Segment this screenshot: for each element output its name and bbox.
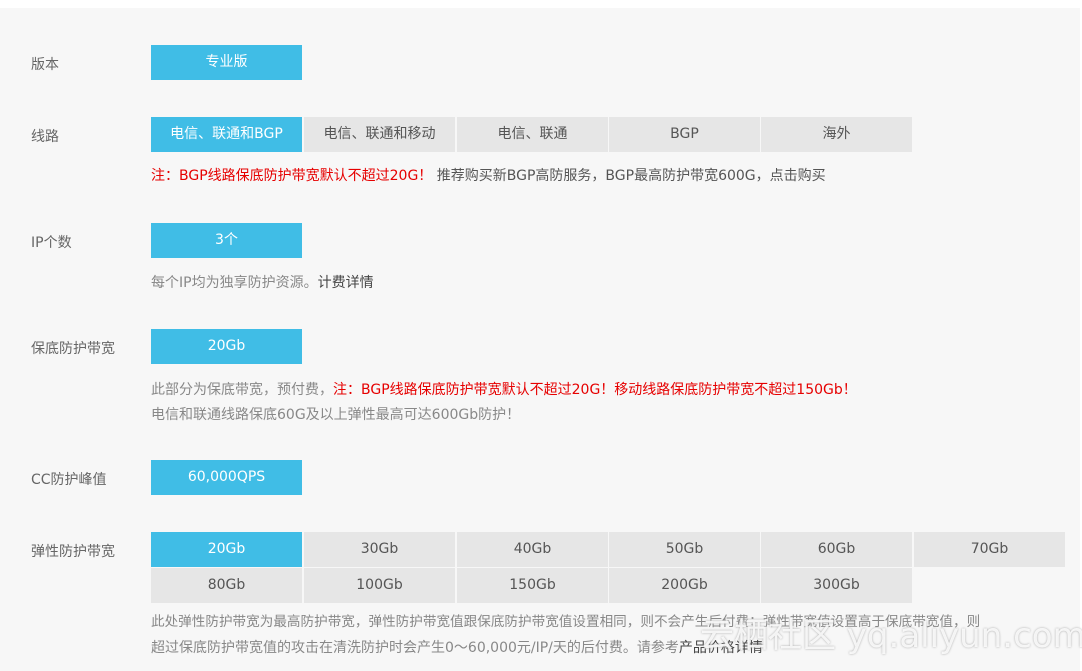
base-bandwidth-label: 保底防护带宽 (31, 341, 115, 357)
route-option-telecom-unicom[interactable]: 电信、联通 (457, 117, 608, 152)
elastic-note-text: 超过保底防护带宽值的攻击在清洗防护时会产生0～60,000元/IP/天的后付费。… (151, 640, 679, 656)
route-option-telecom-unicom-mobile[interactable]: 电信、联通和移动 (304, 117, 455, 152)
route-option-telecom-unicom-bgp[interactable]: 电信、联通和BGP (151, 117, 302, 152)
ip-count-note: 每个IP均为独享防护资源。计费详情 (151, 273, 374, 293)
elastic-option-40gb[interactable]: 40Gb (457, 532, 608, 567)
cc-peak-label: CC防护峰值 (31, 472, 107, 488)
billing-details-link[interactable]: 计费详情 (318, 275, 374, 291)
route-label: 线路 (31, 129, 59, 145)
elastic-option-30gb[interactable]: 30Gb (304, 532, 455, 567)
route-warning: 注：BGP线路保底防护带宽默认不超过20G！ (151, 168, 433, 184)
elastic-bandwidth-label: 弹性防护带宽 (31, 544, 115, 560)
base-bandwidth-warning: 注：BGP线路保底防护带宽默认不超过20G！移动线路保底防护带宽不超过150Gb… (333, 382, 857, 398)
route-option-overseas[interactable]: 海外 (761, 117, 912, 152)
edition-label: 版本 (31, 57, 59, 73)
elastic-option-300gb[interactable]: 300Gb (761, 568, 912, 603)
elastic-option-200gb[interactable]: 200Gb (609, 568, 760, 603)
elastic-note-line2: 超过保底防护带宽值的攻击在清洗防护时会产生0～60,000元/IP/天的后付费。… (151, 638, 763, 658)
ip-count-label: IP个数 (31, 235, 72, 251)
elastic-option-20gb[interactable]: 20Gb (151, 532, 302, 567)
bgp-purchase-link[interactable]: 推荐购买新BGP高防服务，BGP最高防护带宽600G，点击购买 (437, 168, 826, 184)
base-bandwidth-note-line1: 此部分为保底带宽，预付费，注：BGP线路保底防护带宽默认不超过20G！移动线路保… (151, 380, 857, 400)
edition-option-pro[interactable]: 专业版 (151, 45, 302, 80)
elastic-option-70gb[interactable]: 70Gb (914, 532, 1065, 567)
elastic-option-100gb[interactable]: 100Gb (304, 568, 455, 603)
elastic-option-80gb[interactable]: 80Gb (151, 568, 302, 603)
elastic-option-150gb[interactable]: 150Gb (457, 568, 608, 603)
base-bandwidth-option[interactable]: 20Gb (151, 329, 302, 364)
config-panel: 版本 专业版 线路 电信、联通和BGP 电信、联通和移动 电信、联通 BGP 海… (0, 8, 1082, 671)
elastic-option-60gb[interactable]: 60Gb (761, 532, 912, 567)
site-watermark: 云栖社区 yq.aliyun.com (700, 616, 1082, 656)
elastic-option-50gb[interactable]: 50Gb (609, 532, 760, 567)
base-bandwidth-note-line2: 电信和联通线路保底60G及以上弹性最高可达600Gb防护！ (151, 407, 521, 423)
ip-count-note-text: 每个IP均为独享防护资源。 (151, 275, 318, 291)
route-option-bgp[interactable]: BGP (609, 117, 760, 152)
route-note: 注：BGP线路保底防护带宽默认不超过20G！ 推荐购买新BGP高防服务，BGP最… (151, 166, 826, 186)
base-bandwidth-note-prepaid: 此部分为保底带宽，预付费， (151, 382, 333, 398)
ip-count-option[interactable]: 3个 (151, 223, 302, 258)
cc-peak-option[interactable]: 60,000QPS (151, 460, 302, 495)
